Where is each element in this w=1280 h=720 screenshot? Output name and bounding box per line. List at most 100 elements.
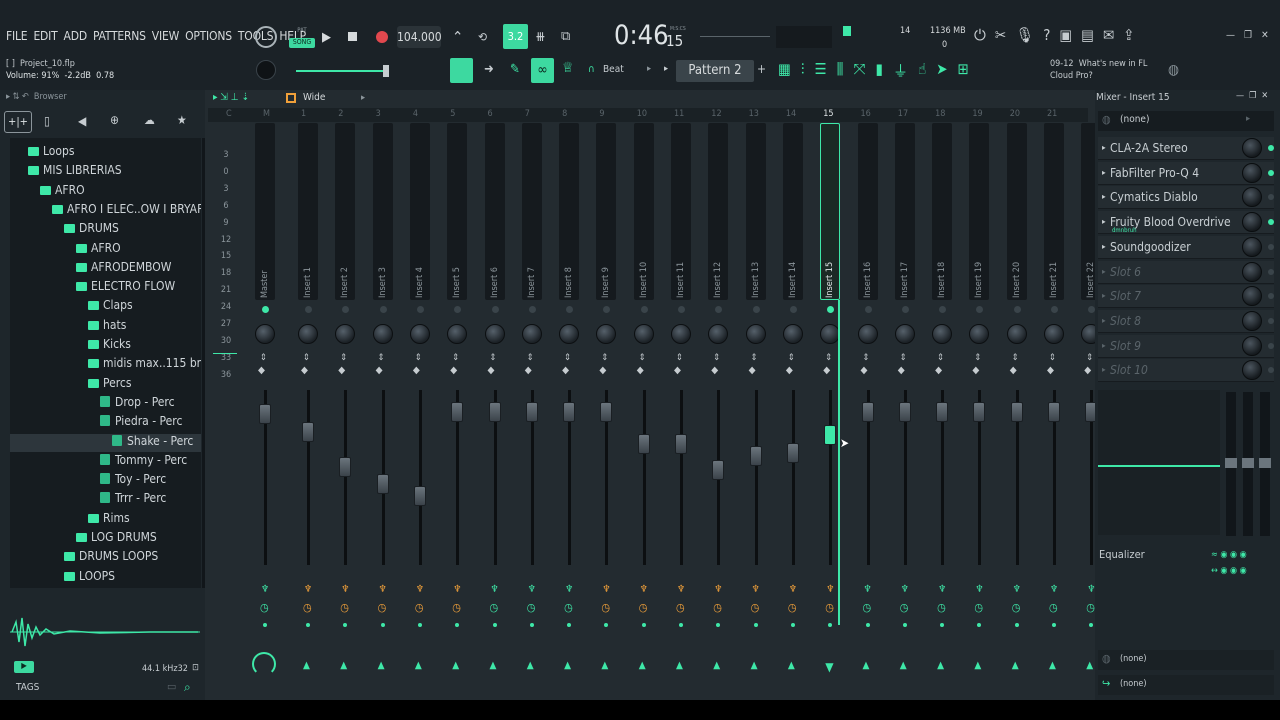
fx-slot-icon[interactable]: ♆ [864, 584, 872, 595]
volume-fader[interactable] [861, 402, 874, 423]
effect-enable-led[interactable] [1268, 219, 1274, 226]
pan-knob[interactable] [372, 324, 393, 344]
piano-roll-button[interactable] [450, 58, 473, 83]
clock-icon[interactable]: ◷ [863, 601, 872, 614]
fx-slot-icon[interactable]: ♆ [901, 584, 909, 595]
eq-display[interactable] [1098, 390, 1220, 535]
stereo-arrows-icon[interactable]: ⇕ [490, 353, 497, 363]
volume-fader[interactable] [675, 433, 687, 454]
send-arrow-icon[interactable]: ▲ [676, 660, 683, 671]
add-pattern-icon[interactable]: + [757, 62, 766, 76]
mixer-preset[interactable]: Wide [303, 92, 325, 103]
pan-knob[interactable] [932, 324, 953, 344]
clock-icon[interactable]: ◷ [825, 601, 834, 614]
effect-slot[interactable]: ▸ Slot 10 [1098, 359, 1274, 383]
stereo-arrows-icon[interactable]: ⇕ [639, 353, 646, 363]
send-arrow-icon[interactable]: ▼ [825, 660, 833, 674]
route-dot[interactable] [865, 623, 870, 627]
pan-knob[interactable] [857, 324, 878, 344]
clock-icon[interactable]: ◷ [1086, 601, 1095, 614]
browser-item[interactable]: midis max..115 bmp [10, 356, 201, 374]
track-enable-led[interactable] [262, 306, 269, 313]
browser-item[interactable]: hats [10, 318, 201, 336]
insert-input[interactable]: (none) ◍ ▸ [1098, 111, 1274, 131]
cloud-icon[interactable]: ☁ [144, 113, 155, 127]
send-arrow-icon[interactable]: ▲ [415, 660, 422, 671]
song-mode[interactable]: SONG [289, 38, 315, 48]
stereo-separation-icon[interactable]: ◆ [562, 365, 569, 376]
stereo-arrows-icon[interactable]: ⇕ [1086, 353, 1093, 363]
volume-fader[interactable] [786, 442, 799, 463]
send-arrow-icon[interactable]: ▲ [452, 660, 459, 671]
effect-slot[interactable]: ▸ Slot 9 [1098, 334, 1274, 358]
volume-fader[interactable] [637, 433, 650, 454]
route-dot[interactable] [753, 623, 758, 627]
stereo-separation-icon[interactable]: ◆ [413, 365, 420, 376]
save-icon[interactable]: ▣ [1059, 26, 1072, 44]
browser-item[interactable]: Percs [10, 376, 201, 394]
blend-notes-icon[interactable]: ⧻ [535, 29, 546, 45]
route-dot[interactable] [679, 623, 683, 627]
globe-icon-browser[interactable]: ⊕ [110, 113, 119, 127]
minimize-icon[interactable]: — [1226, 30, 1235, 41]
browser-item[interactable]: AFRO I ELEC..OW I BRYARTZZ [10, 202, 201, 220]
clock-icon[interactable]: ◷ [564, 601, 573, 614]
effect-slot[interactable]: ▸ Soundgoodizer [1098, 235, 1274, 259]
stereo-arrows-icon[interactable]: ⇕ [303, 353, 310, 363]
clock-icon[interactable]: ◷ [378, 601, 387, 614]
eq-band-handle-1[interactable] [1225, 458, 1237, 468]
browser-item[interactable]: Trrr - Perc [10, 491, 201, 509]
fx-slot-icon[interactable]: ♆ [453, 584, 461, 595]
fx-slot-icon[interactable]: ♆ [789, 584, 797, 595]
master-volume-handle[interactable] [383, 65, 389, 77]
browser-item[interactable]: DRUMS [10, 221, 201, 239]
clock-icon[interactable]: ◷ [713, 601, 722, 614]
track-enable-led[interactable] [640, 306, 648, 313]
clock-icon[interactable]: ◷ [639, 601, 648, 614]
loop-record-icon[interactable]: ⟲ [478, 30, 487, 44]
effect-slot[interactable]: ▸ CLA-2A Stereo [1098, 137, 1274, 160]
fx-slot-icon[interactable]: ♆ [975, 584, 983, 595]
pan-knob[interactable] [559, 324, 580, 344]
master-pitch-knob[interactable] [256, 60, 276, 80]
stereo-separation-icon[interactable]: ◆ [488, 365, 495, 376]
fx-slot-icon[interactable]: ♆ [938, 584, 946, 595]
effect-mix-knob[interactable] [1242, 286, 1262, 307]
track-enable-led[interactable] [1013, 306, 1021, 313]
pattern-arrow-icon[interactable]: ▸ [664, 64, 668, 74]
stereo-separation-icon[interactable]: ◆ [1084, 365, 1091, 376]
close-icon[interactable]: ✕ [1261, 30, 1269, 41]
volume-fader[interactable] [525, 402, 538, 423]
send-arrow-icon[interactable]: ▲ [974, 660, 981, 671]
export-icon[interactable]: ▤ [1081, 26, 1094, 44]
send-arrow-icon[interactable]: ▲ [378, 660, 385, 671]
plug-icon[interactable]: ⏚ [893, 60, 908, 81]
browser-item[interactable]: Tommy - Perc [10, 453, 201, 471]
track-enable-led[interactable] [379, 306, 387, 313]
send-arrow-icon[interactable]: ▲ [1086, 660, 1093, 671]
preset-arrow-icon[interactable]: ▸ [361, 93, 365, 103]
send-arrow-icon[interactable]: ▲ [1012, 660, 1019, 671]
eq-knobs-icon-2[interactable]: ↔ ◉ ◉ ◉ [1211, 566, 1247, 576]
channel-rack-icon[interactable]: ⫶ [801, 60, 805, 81]
cart-icon[interactable]: ⊞ [958, 60, 969, 81]
menu-options[interactable]: OPTIONS [185, 29, 232, 43]
browser-item[interactable]: Rims [10, 511, 201, 529]
fx-slot-icon[interactable]: ♆ [416, 584, 424, 595]
track-enable-led[interactable] [491, 306, 499, 313]
file-icon[interactable]: ▯ [44, 114, 50, 128]
browser-item[interactable]: ELECTRO FLOW [10, 279, 201, 297]
effect-enable-led[interactable] [1268, 367, 1274, 374]
browser-item[interactable]: DRUMS LOOPS [10, 549, 201, 567]
clock-icon[interactable]: ◷ [937, 601, 946, 614]
effect-enable-led[interactable] [1268, 145, 1274, 151]
globe-icon[interactable]: ◍ [1168, 62, 1179, 78]
clock-icon[interactable]: ◷ [900, 601, 909, 614]
track-enable-led[interactable] [678, 306, 685, 313]
effect-enable-led[interactable] [1268, 268, 1274, 275]
pan-knob[interactable] [298, 324, 318, 344]
send-arrow-icon[interactable]: ▲ [340, 660, 347, 671]
send-icon[interactable]: ➤ [936, 60, 947, 81]
stereo-arrows-icon[interactable]: ⇕ [452, 353, 459, 363]
stereo-separation-icon[interactable]: ◆ [786, 365, 793, 376]
